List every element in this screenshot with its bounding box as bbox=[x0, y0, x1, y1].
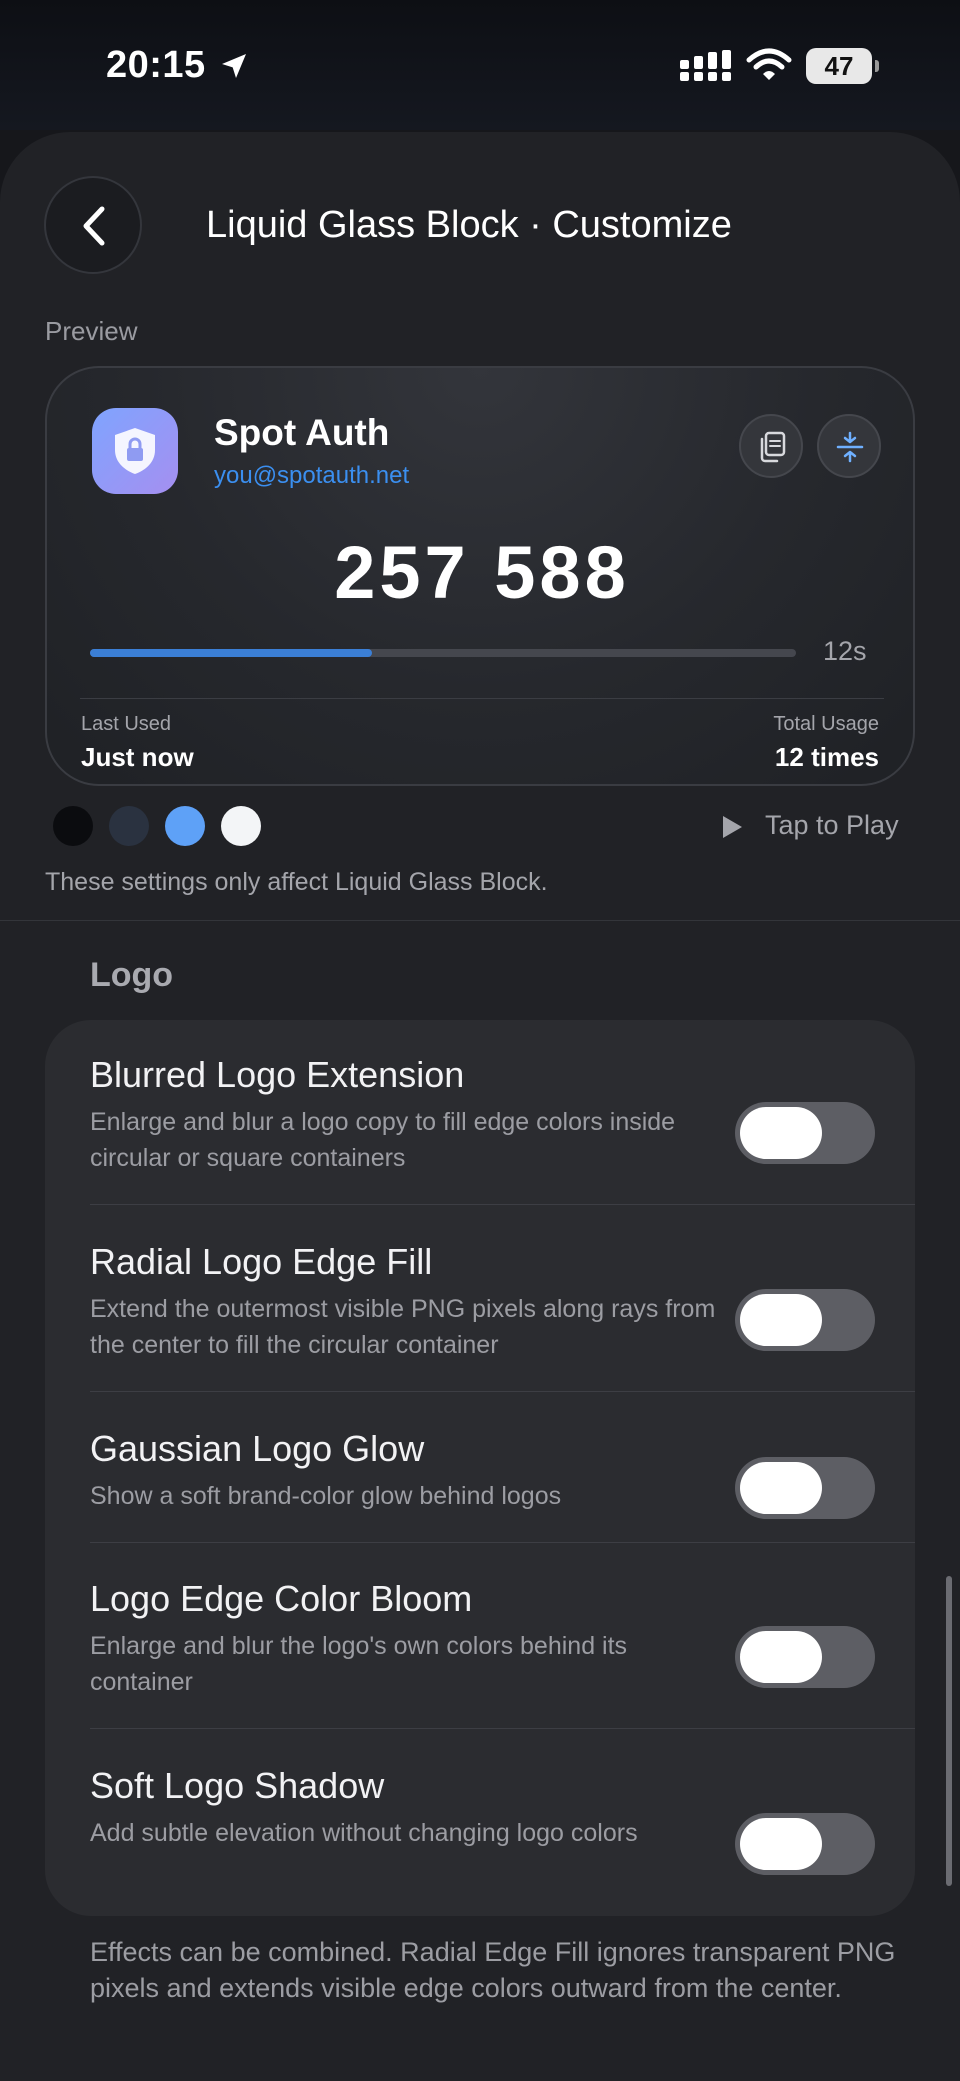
toggle-blurred-logo-extension[interactable] bbox=[735, 1102, 875, 1164]
toggle-knob bbox=[740, 1818, 822, 1870]
page-title: Liquid Glass Block · Customize bbox=[206, 204, 732, 246]
location-arrow-icon bbox=[222, 54, 246, 78]
logo-settings-group: Blurred Logo Extension Enlarge and blur … bbox=[45, 1020, 915, 1916]
battery-level: 47 bbox=[824, 51, 854, 81]
settings-notice: These settings only affect Liquid Glass … bbox=[45, 868, 548, 896]
countdown-progress-track bbox=[90, 649, 796, 657]
play-icon bbox=[723, 816, 742, 838]
app-logo bbox=[92, 408, 178, 494]
toggle-radial-logo-edge-fill[interactable] bbox=[735, 1289, 875, 1351]
section-divider bbox=[0, 920, 960, 921]
swatch-black[interactable] bbox=[53, 806, 93, 846]
total-usage-value: 12 times bbox=[774, 742, 879, 772]
split-button[interactable] bbox=[817, 414, 881, 478]
card-divider bbox=[80, 698, 884, 699]
logo-section-header: Logo bbox=[90, 956, 174, 994]
countdown-seconds: 12s bbox=[823, 636, 867, 666]
toggle-knob bbox=[740, 1294, 822, 1346]
toggle-soft-logo-shadow[interactable] bbox=[735, 1813, 875, 1875]
swatch-blue[interactable] bbox=[165, 806, 205, 846]
status-time: 20:15 bbox=[106, 44, 206, 86]
row-separator bbox=[90, 1204, 915, 1205]
account-name: Spot Auth bbox=[214, 412, 390, 453]
copy-button[interactable] bbox=[739, 414, 803, 478]
toggle-gaussian-logo-glow[interactable] bbox=[735, 1457, 875, 1519]
back-button[interactable] bbox=[44, 176, 142, 274]
swatch-slate[interactable] bbox=[109, 806, 149, 846]
toggle-knob bbox=[740, 1462, 822, 1514]
copy-icon bbox=[760, 431, 786, 463]
tap-to-play-label: Tap to Play bbox=[765, 810, 899, 840]
setting-description: Show a soft brand-color glow behind logo… bbox=[90, 1482, 562, 1510]
cellular-signal-icon bbox=[680, 50, 731, 81]
wifi-icon bbox=[746, 48, 792, 80]
row-separator bbox=[90, 1728, 915, 1729]
setting-title: Radial Logo Edge Fill bbox=[90, 1241, 433, 1282]
setting-title: Logo Edge Color Bloom bbox=[90, 1578, 473, 1619]
setting-description: Enlarge and blur a logo copy to fill edg… bbox=[90, 1108, 676, 1172]
status-bar: 20:15 47 bbox=[0, 0, 960, 130]
battery-icon: 47 bbox=[806, 48, 879, 84]
last-used-label: Last Used bbox=[81, 713, 172, 735]
total-usage-label: Total Usage bbox=[773, 713, 879, 735]
toggle-knob bbox=[740, 1107, 822, 1159]
swatch-white[interactable] bbox=[221, 806, 261, 846]
effects-footer-note: Effects can be combined. Radial Edge Fil… bbox=[90, 1937, 896, 2003]
setting-title: Gaussian Logo Glow bbox=[90, 1428, 425, 1469]
otp-code: 257 588 bbox=[334, 531, 630, 614]
row-separator bbox=[90, 1542, 915, 1543]
scrollbar[interactable] bbox=[946, 1576, 952, 1886]
preview-label: Preview bbox=[45, 316, 138, 346]
preview-card: Spot Auth you@spotauth.net 257 588 12s L… bbox=[45, 366, 915, 786]
setting-description: Add subtle elevation without changing lo… bbox=[90, 1819, 638, 1847]
setting-title: Soft Logo Shadow bbox=[90, 1765, 385, 1806]
toggle-knob bbox=[740, 1631, 822, 1683]
split-icon bbox=[836, 431, 864, 463]
countdown-progress-fill bbox=[90, 649, 373, 657]
row-separator bbox=[90, 1391, 915, 1392]
shield-lock-icon bbox=[115, 428, 155, 474]
setting-description: Enlarge and blur the logo's own colors b… bbox=[90, 1632, 628, 1696]
chevron-left-icon bbox=[83, 206, 105, 246]
setting-title: Blurred Logo Extension bbox=[90, 1054, 465, 1095]
last-used-value: Just now bbox=[81, 742, 194, 772]
toggle-logo-edge-color-bloom[interactable] bbox=[735, 1626, 875, 1688]
account-email: you@spotauth.net bbox=[214, 462, 410, 489]
setting-description: Extend the outermost visible PNG pixels … bbox=[90, 1295, 716, 1359]
